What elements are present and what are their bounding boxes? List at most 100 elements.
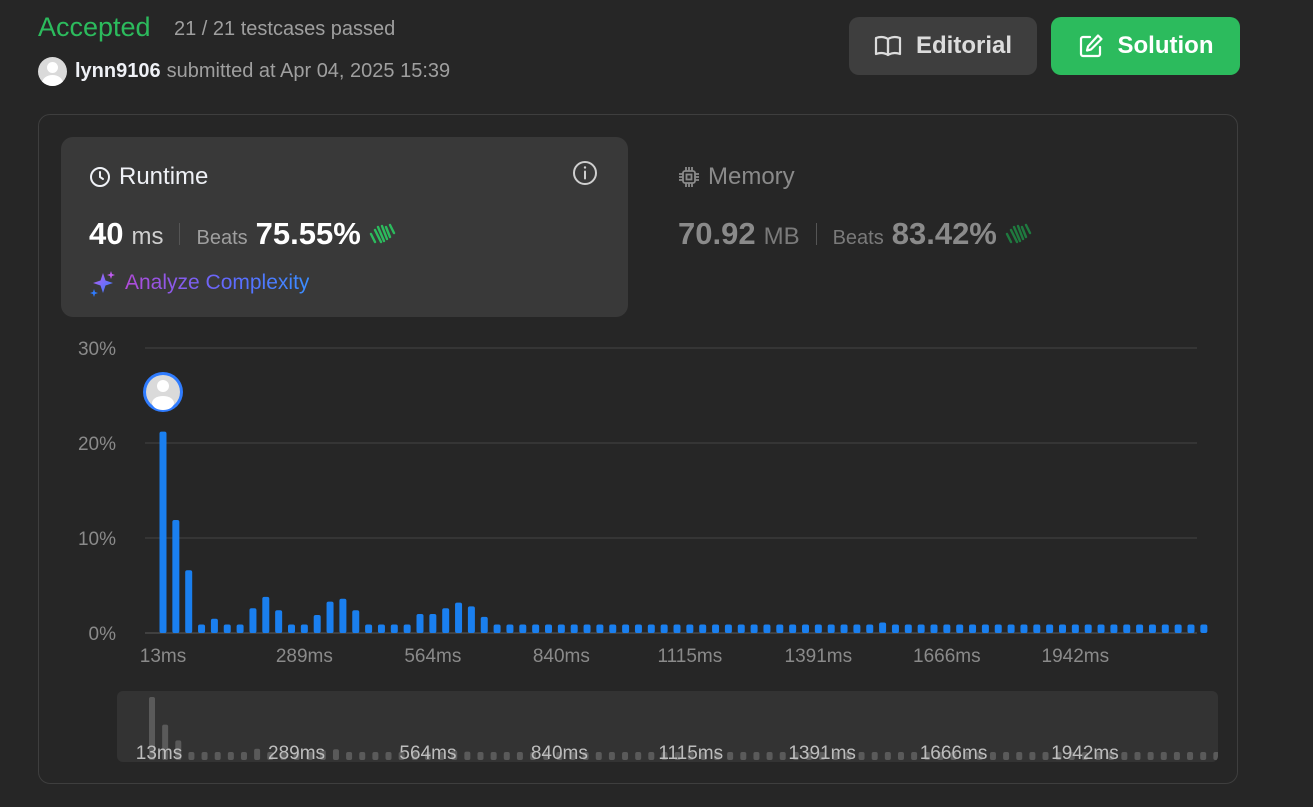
chart-bar[interactable] <box>390 624 398 633</box>
chart-bar[interactable] <box>673 624 681 633</box>
chart-bar[interactable] <box>506 624 514 633</box>
chart-bar[interactable] <box>198 624 206 633</box>
chart-bar[interactable] <box>660 624 668 633</box>
chart-bar[interactable] <box>699 624 707 633</box>
chart-bar[interactable] <box>956 624 964 633</box>
chart-bar[interactable] <box>1033 624 1041 633</box>
chart-bar[interactable] <box>814 624 822 633</box>
chart-bar[interactable] <box>223 624 231 633</box>
chart-bar[interactable] <box>1020 624 1028 633</box>
mini-chart-bar <box>1147 752 1154 760</box>
runtime-title: Runtime <box>119 163 209 190</box>
chart-bar[interactable] <box>519 624 527 633</box>
chart-bar[interactable] <box>1174 624 1182 633</box>
chart-bar[interactable] <box>416 614 424 633</box>
chart-bar[interactable] <box>634 624 642 633</box>
chart-bar[interactable] <box>557 624 565 633</box>
chart-bar[interactable] <box>853 624 861 633</box>
chart-bar[interactable] <box>981 624 989 633</box>
runtime-tab[interactable]: Runtime <box>89 163 208 191</box>
submitted-timestamp: submitted at Apr 04, 2025 15:39 <box>166 60 451 82</box>
analyze-complexity-link[interactable]: Analyze Complexity <box>89 269 309 297</box>
chart-bar[interactable] <box>570 624 578 633</box>
chart-bar[interactable] <box>1071 624 1079 633</box>
chart-bar[interactable] <box>1007 624 1015 633</box>
chart-bar[interactable] <box>210 618 218 633</box>
chart-bar[interactable] <box>442 608 450 633</box>
chart-bar[interactable] <box>545 624 552 633</box>
chart-bar[interactable] <box>313 614 321 633</box>
chart-bar[interactable] <box>288 624 295 633</box>
chart-bar[interactable] <box>724 624 732 633</box>
chart-bar[interactable] <box>917 624 925 633</box>
chart-bar[interactable] <box>969 624 977 633</box>
chart-bar[interactable] <box>480 616 488 633</box>
x-tick-label: 564ms <box>404 646 461 667</box>
solution-button[interactable]: Solution <box>1051 17 1240 75</box>
chart-bar[interactable] <box>622 624 630 633</box>
chart-bar[interactable] <box>1097 624 1105 633</box>
chart-bar[interactable] <box>686 624 694 633</box>
chart-bar[interactable] <box>647 624 655 633</box>
chart-bar[interactable] <box>994 624 1002 633</box>
chart-bar[interactable] <box>802 624 809 633</box>
chart-bar[interactable] <box>596 624 604 633</box>
chart-bar[interactable] <box>1148 624 1156 633</box>
avatar[interactable] <box>38 57 67 86</box>
chart-bar[interactable] <box>1123 624 1131 633</box>
chart-bar[interactable] <box>737 624 745 633</box>
runtime-distribution-chart[interactable]: 30% 20% 10% 0% 13ms 289ms 564ms 840ms 1115ms 1391… <box>60 330 1210 675</box>
chart-bar[interactable] <box>827 624 835 633</box>
chart-bar[interactable] <box>365 624 373 633</box>
chart-bar[interactable] <box>493 624 501 633</box>
chart-bar[interactable] <box>930 624 938 633</box>
chart-range-scroller[interactable]: 13ms 289ms 564ms 840ms 1115ms 1391ms 1666ms 194… <box>117 691 1218 762</box>
chart-bar[interactable] <box>750 624 758 633</box>
chart-bar[interactable] <box>943 624 951 633</box>
chart-bar[interactable] <box>403 624 411 633</box>
chart-bar[interactable] <box>1046 624 1054 633</box>
chart-bar[interactable] <box>891 624 899 633</box>
mini-chart-bar <box>240 752 247 760</box>
chart-bar[interactable] <box>185 570 193 633</box>
chart-bar[interactable] <box>159 431 167 633</box>
chart-bar[interactable] <box>583 624 591 633</box>
chart-bar[interactable] <box>377 624 385 633</box>
chart-bar[interactable] <box>326 601 334 633</box>
chart-bar[interactable] <box>236 624 244 633</box>
chart-bar[interactable] <box>1110 624 1118 633</box>
chart-bar[interactable] <box>879 622 887 633</box>
username-link[interactable]: lynn9106 <box>75 60 161 83</box>
memory-tab[interactable]: Memory <box>678 163 795 191</box>
chart-bar[interactable] <box>467 606 475 633</box>
memory-beats-value: 83.42% <box>891 216 997 251</box>
chart-bar[interactable] <box>1187 624 1195 633</box>
chart-bar[interactable] <box>172 519 180 633</box>
chart-bar[interactable] <box>300 624 308 633</box>
chart-bar[interactable] <box>789 624 797 633</box>
chart-bar[interactable] <box>1084 624 1092 633</box>
chart-bar[interactable] <box>609 624 617 633</box>
chart-bar[interactable] <box>840 624 848 633</box>
chart-bar[interactable] <box>249 608 257 633</box>
mini-distribution-chart[interactable]: 13ms 289ms 564ms 840ms 1115ms 1391ms 1666ms 194… <box>117 691 1218 762</box>
chart-bar[interactable] <box>262 596 270 633</box>
chart-bar[interactable] <box>1200 624 1208 633</box>
chart-bar[interactable] <box>455 602 463 633</box>
chart-bar[interactable] <box>776 624 784 633</box>
chart-bar[interactable] <box>1161 624 1169 633</box>
chart-bar[interactable] <box>275 610 283 633</box>
chart-bar[interactable] <box>1059 624 1066 633</box>
info-icon[interactable] <box>572 160 598 191</box>
your-submission-avatar[interactable] <box>143 372 183 412</box>
chart-bar[interactable] <box>904 624 912 633</box>
chart-bar[interactable] <box>866 624 874 633</box>
chart-bar[interactable] <box>763 624 771 633</box>
chart-bar[interactable] <box>429 614 437 633</box>
chart-bar[interactable] <box>1136 624 1144 633</box>
chart-bar[interactable] <box>339 598 347 633</box>
chart-bar[interactable] <box>712 624 720 633</box>
chart-bar[interactable] <box>532 624 540 633</box>
editorial-button[interactable]: Editorial <box>849 17 1037 75</box>
chart-bar[interactable] <box>352 610 360 633</box>
